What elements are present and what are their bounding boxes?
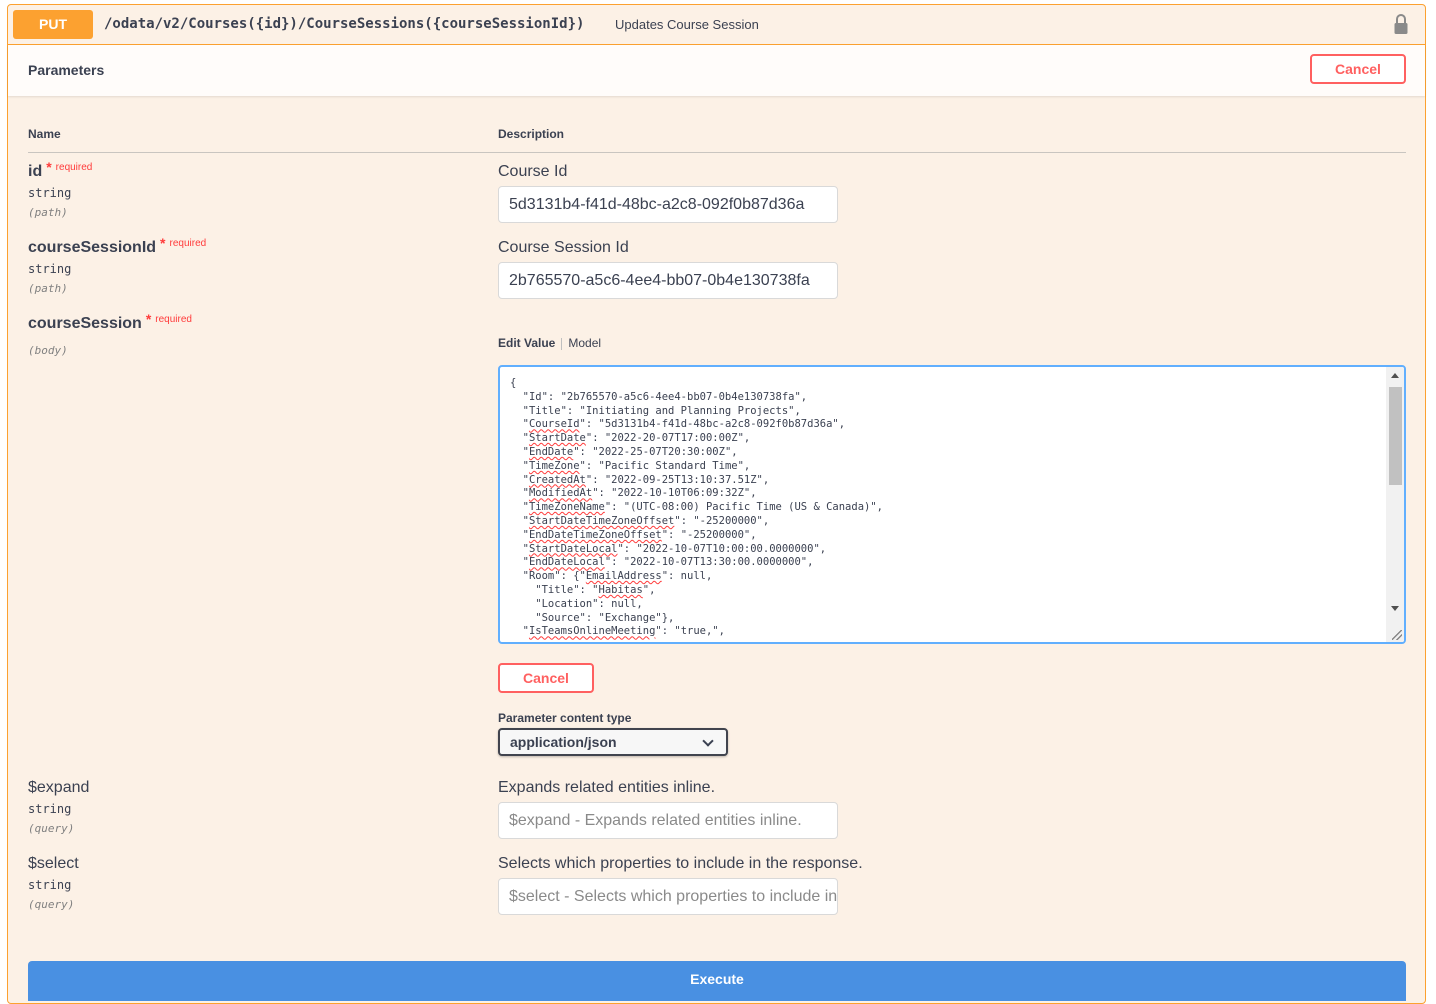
header-divider: [28, 152, 1406, 153]
param-course-session-id-label: courseSessionId: [28, 239, 157, 256]
param-desc-course-session-id: Course Session Id: [498, 239, 629, 256]
json-line: "EndDateLocal": "2022-10-07T13:30:00.000…: [510, 556, 814, 569]
param-type-expand: string: [28, 802, 72, 816]
json-line: "CreatedAt": "2022-09-25T13:10:37.51Z",: [510, 473, 770, 486]
cancel-try-out-button[interactable]: Cancel: [1310, 54, 1406, 84]
param-type-course-session-id: string: [28, 262, 72, 276]
param-name-id: id * required: [28, 159, 93, 181]
param-in-course-session-id: (path): [28, 282, 68, 295]
tab-edit-value[interactable]: Edit Value: [498, 336, 555, 350]
scroll-thumb[interactable]: [1389, 387, 1402, 485]
param-in-course-session: (body): [28, 344, 68, 357]
json-line: "StartDate": "2022-20-07T17:00:00Z",: [510, 432, 751, 445]
body-tabs: Edit Value Model: [498, 336, 601, 350]
required-star: *: [46, 159, 52, 175]
json-line: "TimeZone": "Pacific Standard Time",: [510, 459, 751, 472]
json-line: "Title": "Initiating and Planning Projec…: [510, 404, 801, 417]
param-id-label: id: [28, 163, 43, 180]
required-star: *: [145, 311, 152, 327]
content-type-label: Parameter content type: [498, 711, 632, 725]
parameters-header: Parameters Cancel: [8, 45, 1425, 96]
content-type-select[interactable]: application/json: [498, 728, 728, 756]
cancel-body-button[interactable]: Cancel: [498, 663, 594, 693]
endpoint-path: /odata/v2/Courses({id})/CourseSessions({…: [104, 16, 585, 32]
param-course-session-label: courseSession: [28, 315, 142, 332]
json-line: "ModifiedAt": "2022-10-10T06:09:32Z",: [510, 487, 757, 500]
select-input[interactable]: $select - Selects which properties to in…: [498, 878, 838, 915]
param-type-select: string: [28, 878, 72, 892]
content-type-value: application/json: [510, 734, 617, 750]
param-name-expand: $expand: [28, 779, 90, 796]
http-method-badge: PUT: [13, 10, 93, 39]
body-json-text: { "Id": "2b765570-a5c6-4ee4-bb07-0b4e130…: [510, 377, 883, 639]
param-type-id: string: [28, 186, 72, 200]
tab-separator: [561, 337, 563, 350]
json-line: "EndDate": "2022-25-07T20:30:00Z",: [510, 445, 738, 458]
json-line: "Source": "Exchange"},: [510, 611, 675, 624]
json-line: "StartDateLocal": "2022-10-07T10:00:00.0…: [510, 542, 827, 555]
tab-model[interactable]: Model: [568, 336, 601, 350]
param-name-course-session-id: courseSessionId * required: [28, 235, 207, 257]
scroll-up-icon[interactable]: [1391, 373, 1399, 378]
json-line: "Title": "Habitas",: [510, 583, 656, 596]
json-line: "TimeZoneName": "(UTC-08:00) Pacific Tim…: [510, 501, 883, 514]
column-header-name: Name: [28, 127, 61, 141]
json-line: "EndDateTimeZoneOffset": "-25200000",: [510, 528, 757, 541]
operation-summary-text: Updates Course Session: [615, 17, 759, 32]
resize-grip-icon[interactable]: [1392, 630, 1402, 640]
json-line: "Id": "2b765570-a5c6-4ee4-bb07-0b4e13073…: [510, 390, 808, 403]
required-label: required: [169, 238, 207, 249]
required-star: *: [160, 235, 166, 251]
param-name-course-session: courseSession * required: [28, 311, 192, 333]
param-desc-expand: Expands related entities inline.: [498, 779, 716, 796]
body-editor-textarea[interactable]: { "Id": "2b765570-a5c6-4ee4-bb07-0b4e130…: [498, 365, 1406, 644]
param-in-select: (query): [28, 898, 75, 911]
operation-summary[interactable]: PUT /odata/v2/Courses({id})/CourseSessio…: [8, 5, 1425, 45]
chevron-down-icon: [702, 735, 714, 747]
json-line: "StartDateTimeZoneOffset": "-25200000",: [510, 514, 770, 527]
course-session-id-input[interactable]: 2b765570-a5c6-4ee4-bb07-0b4e130738fa: [498, 262, 838, 299]
column-header-description: Description: [498, 127, 565, 141]
json-line: "CourseId": "5d3131b4-f41d-48bc-a2c8-092…: [510, 418, 846, 431]
json-line: {: [510, 377, 517, 389]
required-label: required: [55, 162, 93, 173]
id-input[interactable]: 5d3131b4-f41d-48bc-a2c8-092f0b87d36a: [498, 186, 838, 223]
lock-icon[interactable]: [1394, 13, 1408, 35]
parameters-title: Parameters: [28, 62, 105, 78]
editor-scrollbar[interactable]: [1386, 367, 1404, 642]
param-in-id: (path): [28, 206, 68, 219]
json-line: "Room": {"EmailAddress": null,: [510, 570, 713, 583]
scroll-down-icon[interactable]: [1391, 606, 1399, 611]
param-desc-id: Course Id: [498, 163, 568, 180]
put-operation-block: PUT /odata/v2/Courses({id})/CourseSessio…: [7, 4, 1426, 1004]
execute-button[interactable]: Execute: [28, 961, 1406, 1001]
param-desc-select: Selects which properties to include in t…: [498, 855, 863, 872]
required-label: required: [155, 314, 192, 325]
param-name-select: $select: [28, 855, 79, 872]
json-line: "IsTeamsOnlineMeeting": "true,",: [510, 625, 725, 638]
param-in-expand: (query): [28, 822, 75, 835]
json-line: "Location": null,: [510, 597, 643, 610]
expand-input[interactable]: $expand - Expands related entities inlin…: [498, 802, 838, 839]
